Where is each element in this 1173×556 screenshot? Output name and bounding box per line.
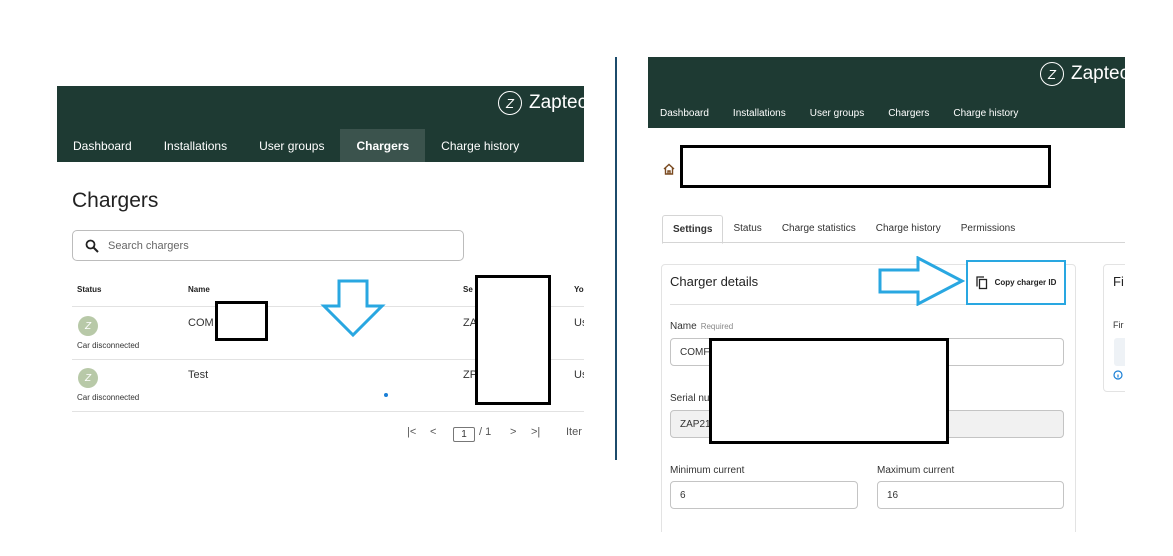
row-name[interactable]: Test	[188, 369, 208, 381]
brand-logo[interactable]: Z Zaptec	[1040, 62, 1125, 86]
top-bar: Z Zaptec Dashboard Installations User gr…	[648, 57, 1125, 128]
home-icon[interactable]	[662, 162, 676, 176]
copy-icon	[975, 275, 987, 289]
tab-charge-history[interactable]: Charge history	[866, 215, 951, 244]
pager-of: / 1	[479, 426, 492, 438]
search-field[interactable]	[72, 230, 464, 261]
max-current-label: Maximum current	[877, 465, 955, 476]
nav-charge-history[interactable]: Charge history	[941, 101, 1030, 126]
column-name[interactable]: Name	[188, 285, 210, 294]
down-arrow-annotation	[320, 279, 386, 338]
chargers-list-screenshot: Z Zaptec Dashboard Installations User gr…	[57, 86, 584, 456]
tab-permissions[interactable]: Permissions	[951, 215, 1025, 244]
search-icon	[85, 239, 99, 253]
brand-logo-icon: Z	[498, 91, 522, 115]
side-card-field[interactable]	[1114, 338, 1125, 366]
main-nav: Dashboard Installations User groups Char…	[57, 129, 535, 162]
row-status: Car disconnected	[77, 393, 140, 402]
name-label-text: Name	[670, 321, 697, 332]
charger-avatar: Z	[78, 368, 98, 388]
nav-dashboard[interactable]: Dashboard	[57, 129, 148, 162]
redaction-box	[475, 275, 551, 405]
brand-name: Zaptec	[1071, 63, 1125, 84]
tab-status[interactable]: Status	[723, 215, 771, 244]
nav-user-groups[interactable]: User groups	[243, 129, 340, 162]
nav-installations[interactable]: Installations	[721, 101, 798, 126]
column-extra[interactable]: Yo	[574, 285, 584, 294]
min-current-label: Minimum current	[670, 465, 745, 476]
brand-logo-icon: Z	[1040, 62, 1064, 86]
charger-details-screenshot: Z Zaptec Dashboard Installations User gr…	[648, 57, 1125, 532]
nav-charge-history[interactable]: Charge history	[425, 129, 535, 162]
pager-prev[interactable]: <	[430, 426, 436, 438]
row-divider	[72, 411, 584, 412]
column-status[interactable]: Status	[77, 285, 101, 294]
redaction-box	[215, 301, 268, 341]
pager-first[interactable]: |<	[407, 426, 416, 438]
search-input[interactable]	[106, 238, 440, 253]
required-hint: Required	[700, 322, 734, 331]
row-name[interactable]: COM	[188, 317, 214, 329]
tab-divider	[662, 242, 1125, 243]
brand-name: Zaptec	[529, 92, 584, 113]
pager-next[interactable]: >	[510, 426, 516, 438]
copy-charger-id-button[interactable]: Copy charger ID	[966, 260, 1066, 305]
pager-last[interactable]: >|	[531, 426, 540, 438]
tab-settings[interactable]: Settings	[662, 215, 724, 244]
side-card-label: Fir	[1113, 320, 1124, 330]
charger-avatar: Z	[78, 316, 98, 336]
pager-page-input[interactable]: 1	[453, 427, 475, 442]
top-bar: Z Zaptec Dashboard Installations User gr…	[57, 86, 584, 162]
card-title: Charger details	[670, 274, 759, 289]
redaction-box	[709, 338, 949, 444]
panel-divider	[615, 57, 617, 460]
nav-dashboard[interactable]: Dashboard	[648, 101, 721, 126]
row-extra: Us	[574, 369, 584, 381]
tab-charge-statistics[interactable]: Charge statistics	[772, 215, 866, 244]
name-label: Name Required	[670, 321, 733, 332]
nav-installations[interactable]: Installations	[148, 129, 243, 162]
page-title: Chargers	[72, 189, 159, 212]
right-arrow-annotation	[878, 256, 966, 306]
side-card-title: Fi	[1113, 274, 1124, 289]
column-serial[interactable]: Se	[463, 285, 473, 294]
serial-label: Serial nu	[670, 393, 710, 404]
row-extra: Us	[574, 317, 584, 329]
max-current-field[interactable]: 16	[877, 481, 1064, 509]
redaction-box	[680, 145, 1051, 188]
nav-chargers[interactable]: Chargers	[876, 101, 941, 126]
tab-bar: Settings Status Charge statistics Charge…	[662, 215, 1025, 244]
brand-logo[interactable]: Z Zaptec	[498, 91, 584, 115]
copy-button-label: Copy charger ID	[994, 278, 1057, 287]
nav-chargers[interactable]: Chargers	[340, 129, 426, 162]
cursor-dot	[384, 393, 388, 397]
pager-items-label: Iter	[566, 426, 582, 438]
nav-user-groups[interactable]: User groups	[798, 101, 876, 126]
min-current-field[interactable]: 6	[670, 481, 858, 509]
row-status: Car disconnected	[77, 341, 140, 350]
info-icon	[1113, 370, 1123, 380]
main-nav: Dashboard Installations User groups Char…	[648, 101, 1030, 126]
